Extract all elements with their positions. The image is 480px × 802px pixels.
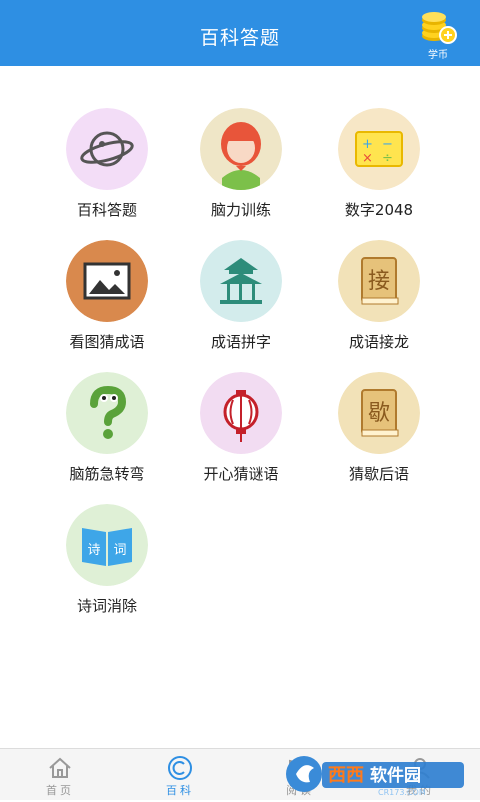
coin-stack-icon <box>422 12 457 44</box>
tab-home[interactable]: 首页 <box>0 749 120 801</box>
top-bar: 百科答题 学币 <box>0 0 480 66</box>
tile-cai-xiehouyu[interactable]: 歇 猜歇后语 <box>304 372 454 492</box>
tile-kantu-cai-chengyu[interactable]: 看图猜成语 <box>32 240 182 360</box>
tile-shici-xiaochu[interactable]: 诗 词 诗词消除 <box>32 504 182 624</box>
poetry-book-icon: 诗 词 <box>66 504 148 586</box>
lantern-icon <box>200 372 282 454</box>
svg-text:歇: 歇 <box>368 401 390 426</box>
home-icon <box>49 757 71 778</box>
page-title: 百科答题 <box>199 27 280 49</box>
tile-label: 成语拼字 <box>210 333 271 351</box>
tab-label: 首页 <box>46 784 74 797</box>
tile-label: 猜歇后语 <box>348 465 409 483</box>
svg-text:词: 词 <box>113 543 126 558</box>
svg-text:CR173.COM: CR173.COM <box>378 788 426 797</box>
svg-text:÷: ÷ <box>382 151 393 166</box>
picture-icon <box>66 240 148 322</box>
pavilion-icon <box>200 240 282 322</box>
svg-text:接: 接 <box>368 269 390 294</box>
tile-chengyu-pinzi[interactable]: 成语拼字 <box>166 240 316 360</box>
tile-label: 脑筋急转弯 <box>69 465 145 483</box>
planet-icon <box>66 108 148 190</box>
coin-label: 学币 <box>428 50 448 61</box>
tile-naojin-jizhuanwan[interactable]: 脑筋急转弯 <box>32 372 182 492</box>
tile-label: 脑力训练 <box>210 201 271 219</box>
tile-label: 看图猜成语 <box>69 333 145 351</box>
tile-label: 诗词消除 <box>76 597 137 615</box>
svg-text:西西: 西西 <box>328 765 364 786</box>
girl-avatar-icon <box>200 108 282 190</box>
book-xie-icon: 歇 <box>338 372 420 454</box>
svg-text:−: − <box>382 137 393 152</box>
svg-text:软件园: 软件园 <box>370 765 421 786</box>
svg-text:诗: 诗 <box>87 543 100 558</box>
watermark-logo: 西西 软件园 CR173.COM <box>282 750 472 798</box>
tile-label: 成语接龙 <box>348 333 409 351</box>
tab-label: 百科 <box>166 784 194 797</box>
tile-label: 数字2048 <box>344 201 414 219</box>
coin-button[interactable]: 学币 <box>418 12 458 61</box>
tab-encyclopedia[interactable]: 百科 <box>120 749 240 801</box>
tile-kaixin-cai-miyu[interactable]: 开心猜谜语 <box>166 372 316 492</box>
book-jie-icon: 接 <box>338 240 420 322</box>
tile-label: 百科答题 <box>76 201 137 219</box>
tile-shuzi-2048[interactable]: + − × ÷ 数字2048 <box>304 108 454 228</box>
tile-naoli-xunlian[interactable]: 脑力训练 <box>166 108 316 228</box>
tile-chengyu-jielong[interactable]: 接 成语接龙 <box>304 240 454 360</box>
tile-baike-dati[interactable]: 百科答题 <box>32 108 182 228</box>
tile-label: 开心猜谜语 <box>203 465 279 483</box>
question-mark-icon <box>66 372 148 454</box>
math-board-icon: + − × ÷ <box>338 108 420 190</box>
svg-text:×: × <box>362 151 373 166</box>
encyclopedia-icon <box>168 756 192 780</box>
svg-text:+: + <box>362 137 373 152</box>
